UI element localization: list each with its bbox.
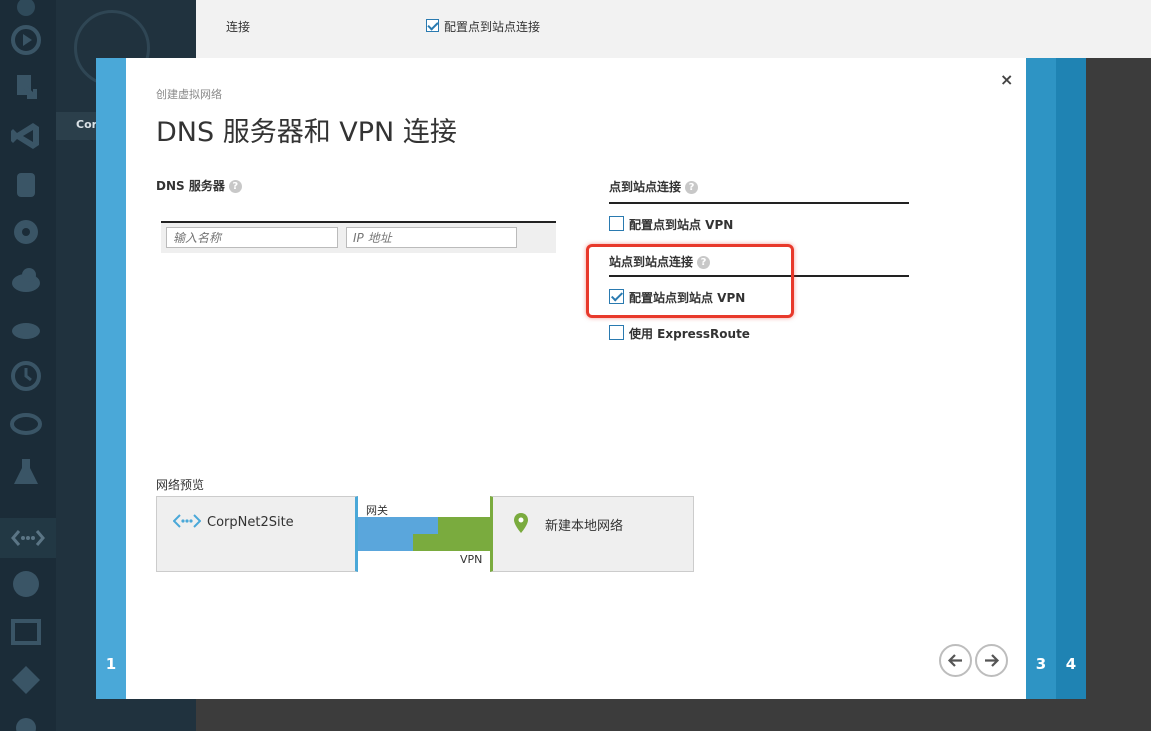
close-icon[interactable]: × xyxy=(1000,70,1013,89)
storage-icon[interactable] xyxy=(8,166,44,202)
hdinsight-icon[interactable] xyxy=(8,214,44,250)
help-icon[interactable]: ? xyxy=(685,181,699,194)
scheduler-icon[interactable] xyxy=(8,358,44,394)
step-number: 1 xyxy=(105,655,117,673)
wizard-step-3[interactable]: 3 xyxy=(1026,58,1056,699)
vpn-band xyxy=(413,534,490,551)
bg-point-to-site-label: 配置点到站点连接 xyxy=(444,20,541,34)
cloud-services-icon[interactable] xyxy=(8,262,44,298)
vpn-label: VPN xyxy=(460,553,483,566)
wizard-step-1[interactable]: 1 xyxy=(96,58,126,699)
machine-learning-icon[interactable] xyxy=(8,454,44,490)
point-to-site-heading: 点到站点连接? xyxy=(609,178,699,195)
connectivity-icon[interactable] xyxy=(8,662,44,698)
previous-button[interactable] xyxy=(939,644,972,677)
local-network-name: 新建本地网络 xyxy=(545,519,624,534)
virtual-network-node: CorpNet2Site xyxy=(156,496,358,572)
arrow-right-icon xyxy=(985,654,1000,667)
point-to-site-checkbox-label: 配置点到站点 VPN xyxy=(629,218,734,232)
step-number: 3 xyxy=(1035,655,1047,673)
expressroute-checkbox[interactable] xyxy=(609,325,624,340)
media-services-icon[interactable] xyxy=(8,22,44,58)
deploy-icon[interactable] xyxy=(8,70,44,106)
step-number: 4 xyxy=(1065,655,1077,673)
virtual-network-name: CorpNet2Site xyxy=(207,515,294,530)
bg-point-to-site-checkbox[interactable] xyxy=(426,19,439,32)
point-to-site-checkbox[interactable] xyxy=(609,216,624,231)
cloud-sync-icon[interactable] xyxy=(8,406,44,442)
next-button[interactable] xyxy=(975,644,1008,677)
more-services-icon[interactable] xyxy=(8,710,44,731)
point-to-site-title: 点到站点连接 xyxy=(609,180,682,194)
connection-label: 连接 xyxy=(226,20,251,34)
vpn-band xyxy=(438,517,490,534)
highlight-annotation xyxy=(586,244,794,318)
virtual-network-icon xyxy=(173,514,201,528)
visual-studio-icon[interactable] xyxy=(8,118,44,154)
dns-ip-input[interactable] xyxy=(346,227,517,248)
local-network-node: 新建本地网络 xyxy=(490,496,694,572)
wizard-subtitle: 创建虚拟网络 xyxy=(156,88,222,101)
gateway-band xyxy=(358,534,413,551)
section-divider xyxy=(609,202,909,204)
networks-icon[interactable] xyxy=(0,518,56,558)
portal-sidebar xyxy=(0,0,56,731)
wizard-dialog xyxy=(126,58,1026,699)
arrow-left-icon xyxy=(947,654,962,667)
portal-config-row xyxy=(196,0,1151,58)
page-title: DNS 服务器和 VPN 连接 xyxy=(156,117,457,148)
help-icon[interactable]: ? xyxy=(228,180,242,193)
expressroute-checkbox-label: 使用 ExpressRoute xyxy=(629,327,750,341)
dns-servers-label: DNS 服务器 xyxy=(156,179,225,193)
remote-app-icon[interactable] xyxy=(8,614,44,650)
cloud-lightning-icon[interactable] xyxy=(8,310,44,346)
network-preview-label: 网络预览 xyxy=(156,478,205,492)
map-pin-icon xyxy=(514,513,528,533)
gateway-label: 网关 xyxy=(366,504,388,517)
dns-servers-heading: DNS 服务器? xyxy=(156,177,242,194)
wizard-step-4[interactable]: 4 xyxy=(1056,58,1086,699)
traffic-manager-icon[interactable] xyxy=(8,566,44,602)
dns-name-input[interactable] xyxy=(166,227,338,248)
